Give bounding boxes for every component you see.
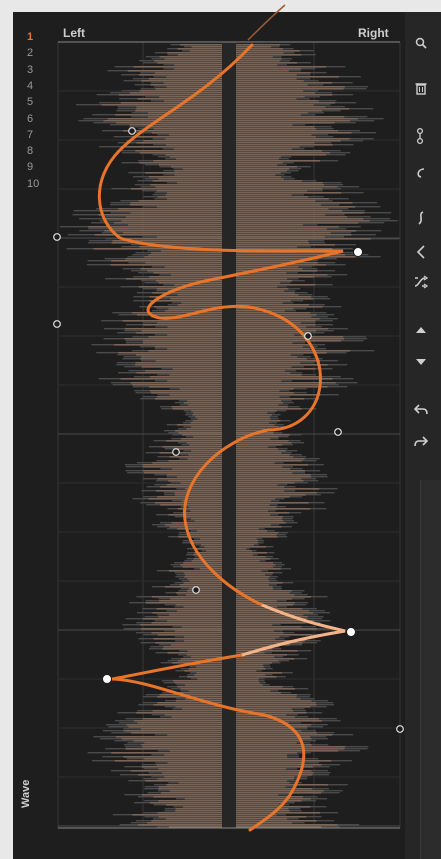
move-up-icon[interactable] — [410, 320, 432, 340]
move-down-icon[interactable] — [410, 352, 432, 372]
scroll-panel[interactable] — [420, 480, 441, 859]
curve-handle[interactable] — [304, 332, 312, 340]
row-number[interactable]: 6 — [27, 113, 47, 126]
offscreen-curve-tail — [247, 4, 286, 41]
row-number[interactable]: 8 — [27, 145, 47, 158]
row-number[interactable]: 1 — [27, 31, 47, 44]
s-curve-icon[interactable] — [410, 208, 432, 228]
row-number[interactable]: 2 — [27, 47, 47, 60]
curve-handle[interactable] — [396, 725, 404, 733]
curve-node[interactable] — [346, 627, 356, 637]
curve-handle[interactable] — [192, 586, 200, 594]
curve-hook-icon[interactable] — [410, 163, 432, 183]
curve-handle[interactable] — [53, 233, 61, 241]
curve-node[interactable] — [353, 247, 363, 257]
curve-handle[interactable] — [53, 320, 61, 328]
row-number[interactable]: 10 — [27, 178, 47, 191]
channel-label-right: Right — [358, 26, 389, 40]
node-link-icon[interactable] — [410, 126, 432, 146]
row-number[interactable]: 4 — [27, 80, 47, 93]
undo-icon[interactable] — [410, 399, 432, 419]
wave-label: Wave — [20, 779, 32, 808]
channel-label-left: Left — [63, 26, 85, 40]
search-icon[interactable] — [410, 33, 432, 53]
curve-handle[interactable] — [172, 448, 180, 456]
curve-handle[interactable] — [334, 428, 342, 436]
row-number[interactable]: 5 — [27, 96, 47, 109]
row-number[interactable]: 9 — [27, 161, 47, 174]
angle-left-icon[interactable] — [410, 242, 432, 262]
redo-icon[interactable] — [410, 431, 432, 451]
curve-handle[interactable] — [128, 127, 136, 135]
row-number[interactable]: 3 — [27, 64, 47, 77]
shuffle-icon[interactable] — [410, 272, 432, 292]
trash-icon[interactable] — [410, 78, 432, 98]
row-number[interactable]: 7 — [27, 129, 47, 142]
waveform-canvas[interactable] — [0, 0, 441, 859]
curve-node[interactable] — [102, 674, 112, 684]
